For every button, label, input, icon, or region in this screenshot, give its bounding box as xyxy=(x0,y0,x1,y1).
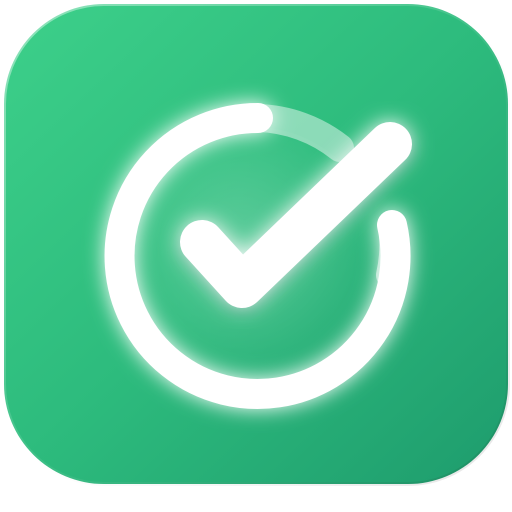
circle-ring-tail-lower-icon xyxy=(376,211,408,289)
app-icon-container xyxy=(0,0,512,512)
app-icon[interactable] xyxy=(0,0,512,512)
